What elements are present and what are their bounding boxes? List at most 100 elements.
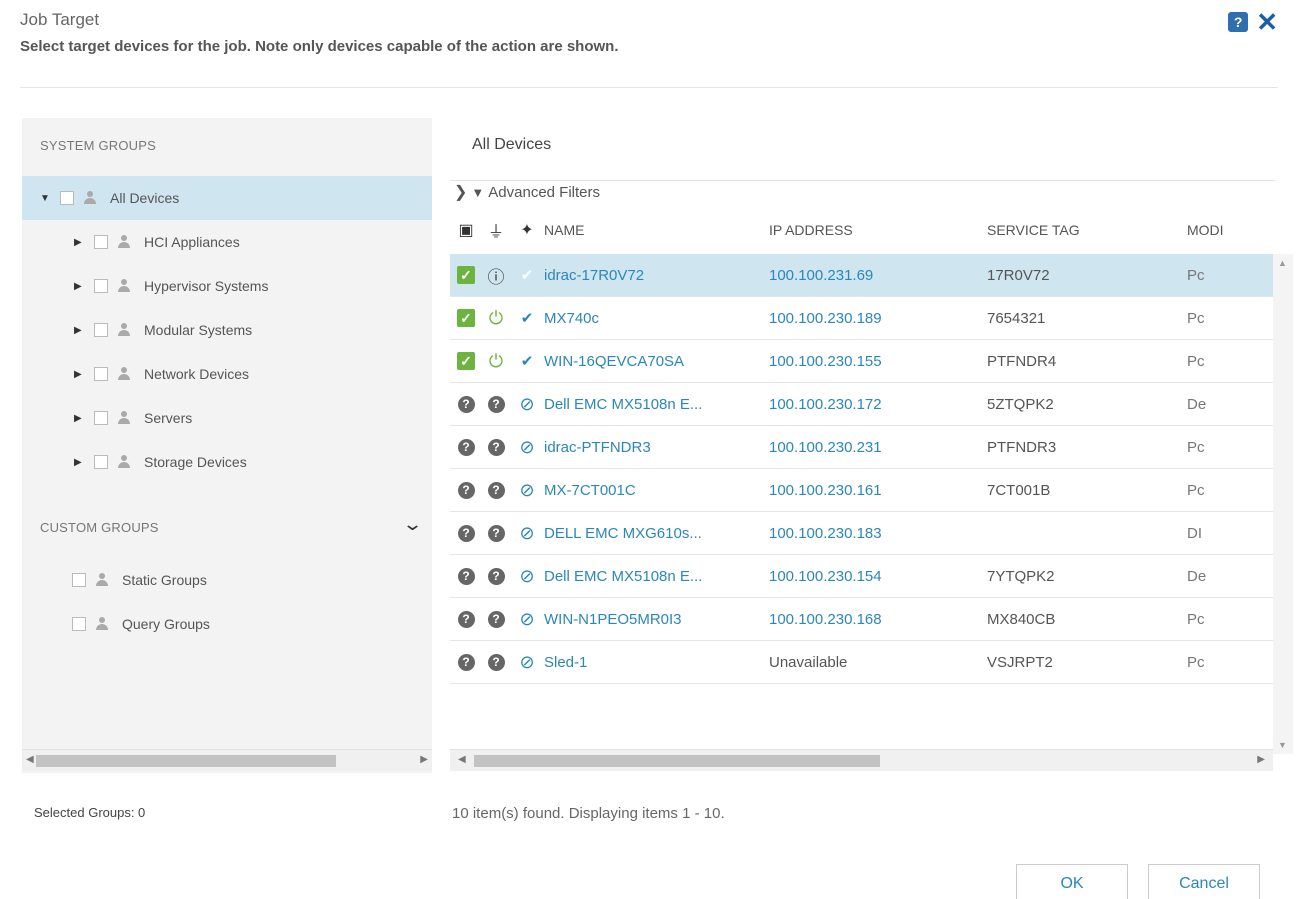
table-row[interactable]: ?? ⊘ Dell EMC MX5108n E... 100.100.230.172 5… [450,383,1273,426]
grid-header: ▣ ⏚ ✦ NAME IP ADDRESS SERVICE TAG MODI [450,206,1273,254]
caret-right-icon[interactable]: ▶ [74,457,88,468]
cancel-button[interactable]: Cancel [1148,864,1260,899]
tab-all-devices[interactable]: All Devices [472,136,551,154]
column-header-name[interactable]: NAME [544,222,769,238]
device-ip-link[interactable]: 100.100.230.168 [769,611,987,628]
device-name-link[interactable]: idrac-17R0V72 [544,267,769,284]
group-checkbox[interactable] [94,323,108,337]
device-name-link[interactable]: MX740c [544,310,769,327]
scroll-right-icon[interactable]: ▶ [420,754,428,765]
unknown-status-icon: ? [457,610,475,628]
row-checkbox[interactable]: ✓ [450,352,482,370]
device-ip-link[interactable]: 100.100.231.69 [769,267,987,284]
groups-horizontal-scrollbar[interactable]: ◀ ▶ [22,749,432,771]
table-row[interactable]: ?? ⊘ Dell EMC MX5108n E... 100.100.230.154 7… [450,555,1273,598]
tree-item-servers[interactable]: ▶ Servers [22,396,432,440]
table-row[interactable]: ?? ⊘ WIN-N1PEO5MR0I3 100.100.230.168 MX840CB… [450,598,1273,641]
caret-right-icon[interactable]: ▶ [74,325,88,336]
table-row[interactable]: ✓ ⓘ ✔ idrac-17R0V72 100.100.231.69 17R0V72 Pc [450,254,1273,297]
device-ip-link[interactable]: 100.100.230.172 [769,396,987,413]
tree-item-label: Static Groups [122,572,207,588]
items-found-text: 10 item(s) found. Displaying items 1 - 1… [452,805,725,822]
device-name-link[interactable]: Dell EMC MX5108n E... [544,396,769,413]
table-row[interactable]: ?? ⊘ Sled-1 Unavailable VSJRPT2 Pc [450,641,1273,684]
scroll-left-icon[interactable]: ◀ [26,754,34,765]
tree-item-storage-devices[interactable]: ▶ Storage Devices [22,440,432,484]
device-name-link[interactable]: MX-7CT001C [544,482,769,499]
row-connection: ⊘ [510,437,544,458]
chevron-down-icon[interactable]: ⌄ [402,514,423,535]
device-name-link[interactable]: idrac-PTFNDR3 [544,439,769,456]
grid-vertical-scrollbar[interactable]: ▲ ▼ [1273,254,1293,754]
tree-item-hypervisor-systems[interactable]: ▶ Hypervisor Systems [22,264,432,308]
device-name-link[interactable]: WIN-N1PEO5MR0I3 [544,611,769,628]
table-row[interactable]: ✓ ⏻ ✔ WIN-16QEVCA70SA 100.100.230.155 PTFNDR4… [450,340,1273,383]
unknown-status-icon: ? [487,524,505,542]
device-ip-link[interactable]: 100.100.230.183 [769,525,987,542]
tree-item-static-groups[interactable]: Static Groups [22,558,432,602]
selected-groups-count: Selected Groups: 0 [34,805,146,820]
connection-column-icon[interactable]: ✦ [510,220,544,240]
scroll-right-icon[interactable]: ▶ [1257,754,1265,765]
column-header-model[interactable]: MODI [1187,222,1227,238]
row-health: ? [450,524,482,542]
health-column-icon[interactable]: ▣ [450,220,482,240]
group-icon [84,191,96,205]
table-row[interactable]: ✓ ⏻ ✔ MX740c 100.100.230.189 7654321 Pc [450,297,1273,340]
device-ip-link[interactable]: 100.100.230.155 [769,353,987,370]
power-column-icon[interactable]: ⏚ [482,218,510,242]
device-ip-link[interactable]: 100.100.230.189 [769,310,987,327]
group-checkbox[interactable] [72,617,86,631]
device-ip-link[interactable]: 100.100.230.154 [769,568,987,585]
scrollbar-thumb[interactable] [474,755,880,767]
tree-item-network-devices[interactable]: ▶ Network Devices [22,352,432,396]
unknown-status-icon: ? [457,653,475,671]
grid-horizontal-scrollbar[interactable]: ◀ ▶ [450,749,1273,771]
row-checkbox[interactable]: ✓ [450,309,482,327]
group-checkbox[interactable] [94,279,108,293]
device-ip-link[interactable]: 100.100.230.231 [769,439,987,456]
device-name-link[interactable]: Sled-1 [544,654,769,671]
ok-button[interactable]: OK [1016,864,1128,899]
tree-item-modular-systems[interactable]: ▶ Modular Systems [22,308,432,352]
close-icon[interactable]: ✕ [1256,9,1278,35]
scroll-left-icon[interactable]: ◀ [458,754,466,765]
device-name-link[interactable]: DELL EMC MXG610s... [544,525,769,542]
device-service-tag: 17R0V72 [987,266,1050,284]
group-checkbox[interactable] [94,367,108,381]
scroll-down-icon[interactable]: ▼ [1278,740,1287,750]
tree-item-all-devices[interactable]: ▼ All Devices [22,176,432,220]
not-available-icon: ⊘ [519,522,535,543]
column-header-ip[interactable]: IP ADDRESS [769,222,987,238]
group-checkbox[interactable] [94,411,108,425]
device-name-link[interactable]: WIN-16QEVCA70SA [544,353,769,370]
caret-right-icon[interactable]: ▶ [74,413,88,424]
caret-down-icon[interactable]: ▼ [40,193,54,204]
device-ip-link[interactable]: 100.100.230.161 [769,482,987,499]
device-name-link[interactable]: Dell EMC MX5108n E... [544,568,769,585]
group-checkbox[interactable] [94,455,108,469]
group-checkbox[interactable] [72,573,86,587]
scroll-up-icon[interactable]: ▲ [1278,258,1287,268]
caret-right-icon[interactable]: ▶ [74,237,88,248]
table-row[interactable]: ?? ⊘ DELL EMC MXG610s... 100.100.230.183 DI [450,512,1273,555]
table-row[interactable]: ?? ⊘ MX-7CT001C 100.100.230.161 7CT001B Pc [450,469,1273,512]
group-checkbox[interactable] [60,191,74,205]
device-service-tag: PTFNDR3 [987,438,1057,456]
table-row[interactable]: ?? ⊘ idrac-PTFNDR3 100.100.230.231 PTFNDR3 Pc [450,426,1273,469]
caret-right-icon[interactable]: ▶ [74,281,88,292]
tree-item-hci-appliances[interactable]: ▶ HCI Appliances [22,220,432,264]
column-header-service-tag[interactable]: SERVICE TAG [987,222,1187,238]
help-icon[interactable]: ? [1228,12,1249,32]
scrollbar-thumb[interactable] [36,755,336,767]
tree-item-query-groups[interactable]: Query Groups [22,602,432,646]
advanced-filters-toggle[interactable]: ❯ ▼ Advanced Filters [454,182,600,202]
unknown-status-icon: ? [457,481,475,499]
caret-right-icon[interactable]: ▶ [74,369,88,380]
row-checkbox[interactable]: ✓ [450,266,482,284]
tree-item-label: HCI Appliances [144,234,240,250]
group-checkbox[interactable] [94,235,108,249]
device-ip-link: Unavailable [769,653,848,671]
device-service-tag: 7654321 [987,309,1046,327]
row-power: ? [482,395,510,413]
